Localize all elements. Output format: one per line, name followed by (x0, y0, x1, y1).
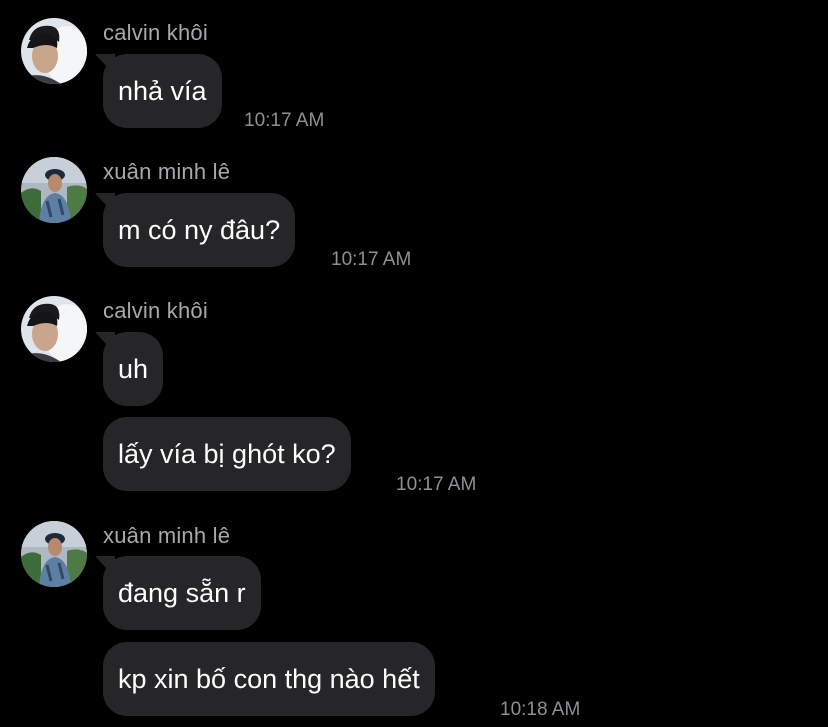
avatar-calvin-khoi[interactable] (21, 296, 87, 362)
message-bubble[interactable]: đang sẵn r (103, 556, 261, 630)
message-timestamp: 10:17 AM (244, 110, 325, 131)
message-timestamp: 10:17 AM (331, 249, 412, 270)
avatar-calvin-khoi[interactable] (21, 18, 87, 84)
sender-name: calvin khôi (103, 20, 208, 45)
person-avatar-icon (21, 296, 87, 362)
sender-name: xuân minh lê (103, 523, 231, 548)
message-bubble[interactable]: uh (103, 332, 164, 406)
person-avatar-icon (21, 18, 87, 84)
chat-thread: calvin khôi nhả vía 10:17 AM xuân minh l… (0, 0, 828, 727)
message-bubble[interactable]: nhả vía (103, 54, 222, 128)
message-timestamp: 10:17 AM (396, 474, 477, 495)
message-bubble[interactable]: m có ny đâu? (103, 193, 296, 267)
person-avatar-icon (21, 521, 87, 587)
person-avatar-icon (21, 157, 87, 223)
message-timestamp: 10:18 AM (500, 699, 581, 720)
avatar-xuan-minh-le[interactable] (21, 521, 87, 587)
sender-name: xuân minh lê (103, 159, 231, 184)
sender-name: calvin khôi (103, 298, 208, 323)
message-bubble[interactable]: kp xin bố con thg nào hết (103, 642, 435, 716)
message-bubble[interactable]: lấy vía bị ghót ko? (103, 417, 351, 491)
avatar-xuan-minh-le[interactable] (21, 157, 87, 223)
